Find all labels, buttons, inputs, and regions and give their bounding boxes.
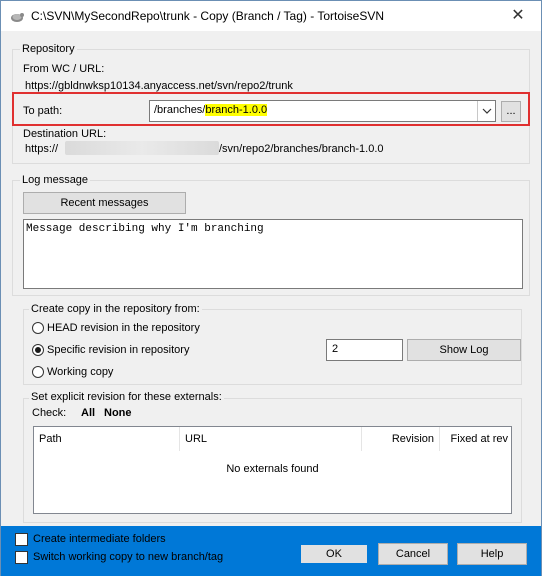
help-button[interactable]: Help bbox=[457, 543, 527, 565]
check-label: Check: bbox=[32, 407, 67, 419]
column-header-path[interactable]: Path bbox=[34, 427, 180, 451]
column-header-fixed-at-rev[interactable]: Fixed at rev bbox=[440, 427, 513, 451]
switch-working-copy-checkbox[interactable] bbox=[15, 551, 28, 564]
destination-url-prefix: https:// bbox=[25, 143, 59, 155]
to-path-prefix: /branches/ bbox=[154, 104, 206, 116]
destination-url-suffix: /svn/repo2/branches/branch-1.0.0 bbox=[219, 143, 384, 155]
tortoisesvn-icon bbox=[11, 13, 24, 22]
column-header-url[interactable]: URL bbox=[180, 427, 362, 451]
recent-messages-button[interactable]: Recent messages bbox=[23, 192, 186, 214]
chevron-down-icon bbox=[482, 108, 492, 114]
head-revision-radio[interactable] bbox=[32, 322, 44, 334]
create-folders-checkbox[interactable] bbox=[15, 533, 28, 546]
redacted-hostname bbox=[65, 141, 219, 155]
title-bar: C:\SVN\MySecondRepo\trunk - Copy (Branch… bbox=[1, 1, 541, 31]
dialog-window: C:\SVN\MySecondRepo\trunk - Copy (Branch… bbox=[0, 0, 542, 576]
from-url: https://gbldnwksp10134.anyaccess.net/svn… bbox=[25, 80, 293, 92]
specific-revision-label[interactable]: Specific revision in repository bbox=[47, 344, 189, 356]
ok-button[interactable]: OK bbox=[299, 543, 369, 565]
browse-button[interactable]: ... bbox=[501, 101, 521, 122]
log-message-input[interactable]: Message describing why I'm branching bbox=[23, 219, 523, 289]
copy-from-group-label: Create copy in the repository from: bbox=[29, 303, 202, 315]
column-header-revision[interactable]: Revision bbox=[362, 427, 440, 451]
dropdown-arrow[interactable] bbox=[477, 101, 495, 121]
to-path-label: To path: bbox=[23, 105, 63, 117]
head-revision-label[interactable]: HEAD revision in the repository bbox=[47, 322, 200, 334]
repository-group-label: Repository bbox=[20, 43, 77, 55]
from-label: From WC / URL: bbox=[23, 63, 105, 75]
destination-label: Destination URL: bbox=[23, 128, 107, 140]
externals-empty-message: No externals found bbox=[226, 463, 319, 475]
switch-working-copy-label[interactable]: Switch working copy to new branch/tag bbox=[33, 551, 223, 563]
radio-selected-dot bbox=[35, 347, 41, 353]
externals-table[interactable]: Path URL Revision Fixed at rev No extern… bbox=[33, 426, 512, 514]
specific-revision-radio[interactable] bbox=[32, 344, 44, 356]
check-all-link[interactable]: All bbox=[81, 407, 95, 419]
create-folders-label[interactable]: Create intermediate folders bbox=[33, 533, 166, 545]
check-none-link[interactable]: None bbox=[104, 407, 132, 419]
revision-input[interactable]: 2 bbox=[326, 339, 403, 361]
working-copy-radio[interactable] bbox=[32, 366, 44, 378]
show-log-button[interactable]: Show Log bbox=[407, 339, 521, 361]
cancel-button[interactable]: Cancel bbox=[378, 543, 448, 565]
close-icon[interactable]: ✕ bbox=[503, 5, 533, 27]
to-path-value: /branches/branch-1.0.0 bbox=[154, 104, 268, 116]
working-copy-label[interactable]: Working copy bbox=[47, 366, 113, 378]
to-path-combo[interactable]: /branches/branch-1.0.0 bbox=[149, 100, 496, 122]
externals-group-label: Set explicit revision for these external… bbox=[29, 391, 224, 403]
window-title: C:\SVN\MySecondRepo\trunk - Copy (Branch… bbox=[31, 9, 385, 23]
log-group-label: Log message bbox=[20, 174, 91, 186]
to-path-highlighted: branch-1.0.0 bbox=[205, 104, 268, 116]
